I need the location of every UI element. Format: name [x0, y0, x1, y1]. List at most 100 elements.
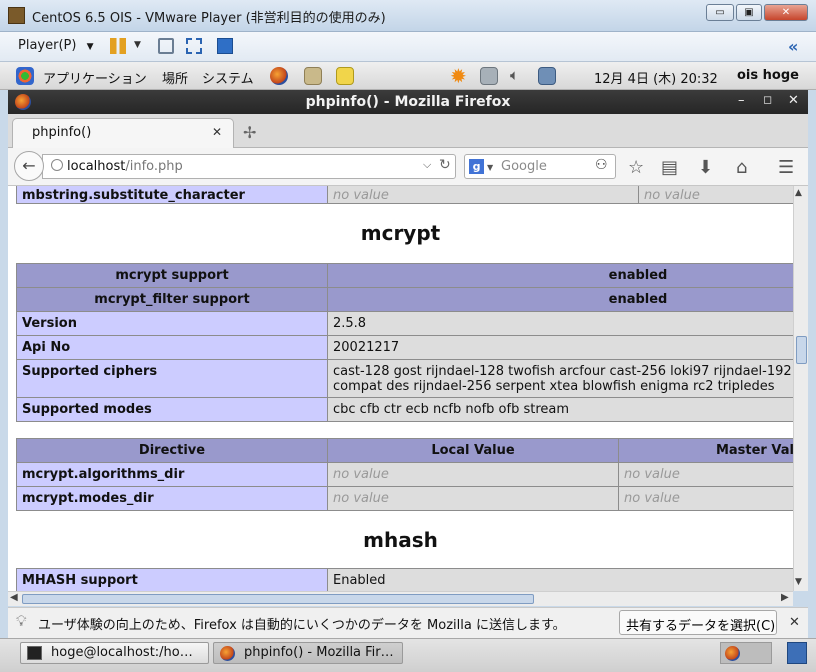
section-heading-mcrypt: mcrypt — [360, 221, 441, 245]
panel-user-name[interactable]: ois hoge — [737, 68, 799, 83]
scroll-down-arrow-icon[interactable]: ▼ — [795, 577, 802, 587]
terminal-icon — [27, 646, 42, 660]
directive-name: mcrypt.modes_dir — [16, 486, 328, 511]
firefox-logo-icon — [15, 94, 31, 110]
choose-data-to-share-button[interactable]: 共有するデータを選択(C) — [619, 610, 777, 635]
volume-icon[interactable]: 🔈︎ — [510, 66, 519, 84]
vmware-minimize-button[interactable]: ▭ — [706, 4, 734, 21]
taskbar-item-firefox[interactable]: phpinfo() - Mozilla Fir… — [213, 642, 403, 664]
info-name: Supported ciphers — [16, 359, 328, 398]
horizontal-scrollbar[interactable]: ◀ ▶ — [8, 591, 793, 606]
network-icon[interactable] — [480, 67, 498, 85]
email-launcher-icon[interactable] — [304, 67, 322, 85]
info-value: 2.5.8 — [327, 311, 793, 336]
send-ctrl-alt-del-icon[interactable] — [158, 38, 174, 54]
pause-icon[interactable] — [110, 38, 126, 54]
info-value: cbc cfb ctr ecb ncfb nofb ofb stream — [327, 397, 793, 422]
url-bar[interactable]: localhost/info.php ⌵ ↻ — [42, 154, 456, 179]
firefox-launcher-icon[interactable] — [270, 67, 288, 85]
collapse-toolbar-button[interactable]: « — [788, 37, 798, 56]
directive-master-value: no value — [638, 186, 793, 204]
unity-icon[interactable] — [217, 38, 233, 54]
firefox-icon — [725, 646, 740, 661]
system-menu[interactable]: システム — [202, 68, 254, 87]
directive-local-value: no value — [327, 462, 619, 487]
bookmarks-list-icon[interactable]: ▤ — [661, 157, 678, 178]
taskbar-item-label: phpinfo() - Mozilla Fir… — [244, 645, 394, 660]
home-icon[interactable]: ⌂ — [736, 157, 747, 178]
tab-label: phpinfo() — [32, 125, 92, 140]
downloads-icon[interactable]: ⬇ — [698, 157, 713, 178]
player-menu-label: Player(P) — [18, 38, 77, 53]
info-value: Enabled — [327, 568, 793, 591]
page-content: mbstring.substitute_character no value n… — [8, 186, 793, 591]
info-name: Version — [16, 311, 328, 336]
info-value: cast-128 gost rijndael-128 twofish arcfo… — [327, 359, 793, 398]
info-name: Api No — [16, 335, 328, 360]
bookmark-star-icon[interactable]: ☆ — [628, 157, 644, 178]
notes-launcher-icon[interactable] — [336, 67, 354, 85]
vertical-scroll-thumb[interactable] — [796, 336, 807, 364]
fullscreen-icon[interactable] — [186, 38, 202, 54]
firefox-close-button[interactable]: ✕ — [788, 93, 799, 108]
info-name: Supported modes — [16, 397, 328, 422]
ciphers-line-2: compat des rijndael-256 serpent xtea blo… — [333, 379, 775, 394]
firefox-icon — [220, 646, 235, 661]
url-history-chevron-icon[interactable]: ⌵ — [423, 158, 431, 172]
gnome-foot-icon — [16, 67, 34, 85]
vertical-scrollbar[interactable]: ▲ ▼ — [793, 186, 808, 591]
menu-icon[interactable]: ☰ — [778, 157, 794, 178]
new-tab-button[interactable]: ✢ — [243, 123, 256, 142]
firefox-maximize-button[interactable]: ◻ — [763, 93, 772, 106]
globe-icon — [51, 159, 63, 171]
display-icon[interactable] — [538, 67, 556, 85]
table-header: enabled — [327, 263, 793, 288]
back-button[interactable]: ← — [14, 151, 44, 181]
chevron-down-icon: ▼ — [86, 42, 94, 52]
places-menu[interactable]: 場所 — [162, 68, 188, 87]
search-bar[interactable]: g ▼ Google ⚇ — [464, 154, 616, 179]
scroll-up-arrow-icon[interactable]: ▲ — [795, 188, 802, 198]
chevron-down-icon[interactable]: ▼ — [487, 163, 493, 172]
info-name: MHASH support — [16, 568, 328, 591]
search-input[interactable]: Google — [501, 159, 547, 174]
directive-name: mcrypt.algorithms_dir — [16, 462, 328, 487]
notification-text: ユーザ体験の向上のため、Firefox は自動的にいくつかのデータを Mozil… — [38, 618, 566, 633]
workspace-switcher[interactable] — [720, 642, 772, 664]
reload-icon[interactable]: ↻ — [439, 157, 451, 173]
scroll-left-arrow-icon[interactable]: ◀ — [10, 592, 18, 603]
table-header: Master Value — [618, 438, 793, 463]
update-notification-icon[interactable]: ✹ — [450, 64, 467, 88]
google-engine-icon[interactable]: g — [469, 159, 484, 174]
info-value: 20021217 — [327, 335, 793, 360]
directive-master-value: no value — [618, 486, 793, 511]
search-binoculars-icon[interactable]: ⚇ — [595, 157, 608, 173]
firefox-title-bar: phpinfo() - Mozilla Firefox — [8, 90, 808, 114]
vmware-maximize-button[interactable]: ▣ — [736, 4, 762, 21]
directive-local-value: no value — [327, 486, 619, 511]
tab-phpinfo[interactable]: phpinfo() ✕ — [12, 118, 234, 149]
firefox-minimize-button[interactable]: – — [738, 93, 745, 108]
vmware-window-title: CentOS 6.5 OIS - VMware Player (非営利目的の使用… — [32, 11, 386, 26]
table-header: enabled — [327, 287, 793, 312]
firefox-window-title: phpinfo() - Mozilla Firefox — [305, 94, 511, 110]
directive-name: mbstring.substitute_character — [16, 186, 328, 204]
directive-master-value: no value — [618, 462, 793, 487]
table-header: mcrypt support — [16, 263, 328, 288]
trash-icon[interactable] — [787, 642, 807, 664]
taskbar-item-label: hoge@localhost:/ho… — [51, 645, 193, 660]
taskbar-item-terminal[interactable]: hoge@localhost:/ho… — [20, 642, 209, 664]
player-menu[interactable]: Player(P) ▼ — [18, 38, 94, 53]
panel-clock[interactable]: 12月 4日 (木) 20:32 — [594, 68, 718, 87]
directive-local-value: no value — [327, 186, 639, 204]
applications-menu[interactable]: アプリケーション — [43, 68, 147, 87]
chevron-down-icon[interactable]: ▼ — [134, 40, 141, 50]
scroll-right-arrow-icon[interactable]: ▶ — [781, 592, 789, 603]
horizontal-scroll-thumb[interactable] — [22, 594, 534, 604]
section-heading-mhash: mhash — [363, 528, 438, 552]
tab-close-icon[interactable]: ✕ — [212, 125, 222, 139]
vmware-close-button[interactable]: ✕ — [764, 4, 808, 21]
vmware-app-icon — [8, 7, 25, 24]
table-header: mcrypt_filter support — [16, 287, 328, 312]
notification-close-icon[interactable]: ✕ — [789, 615, 800, 630]
